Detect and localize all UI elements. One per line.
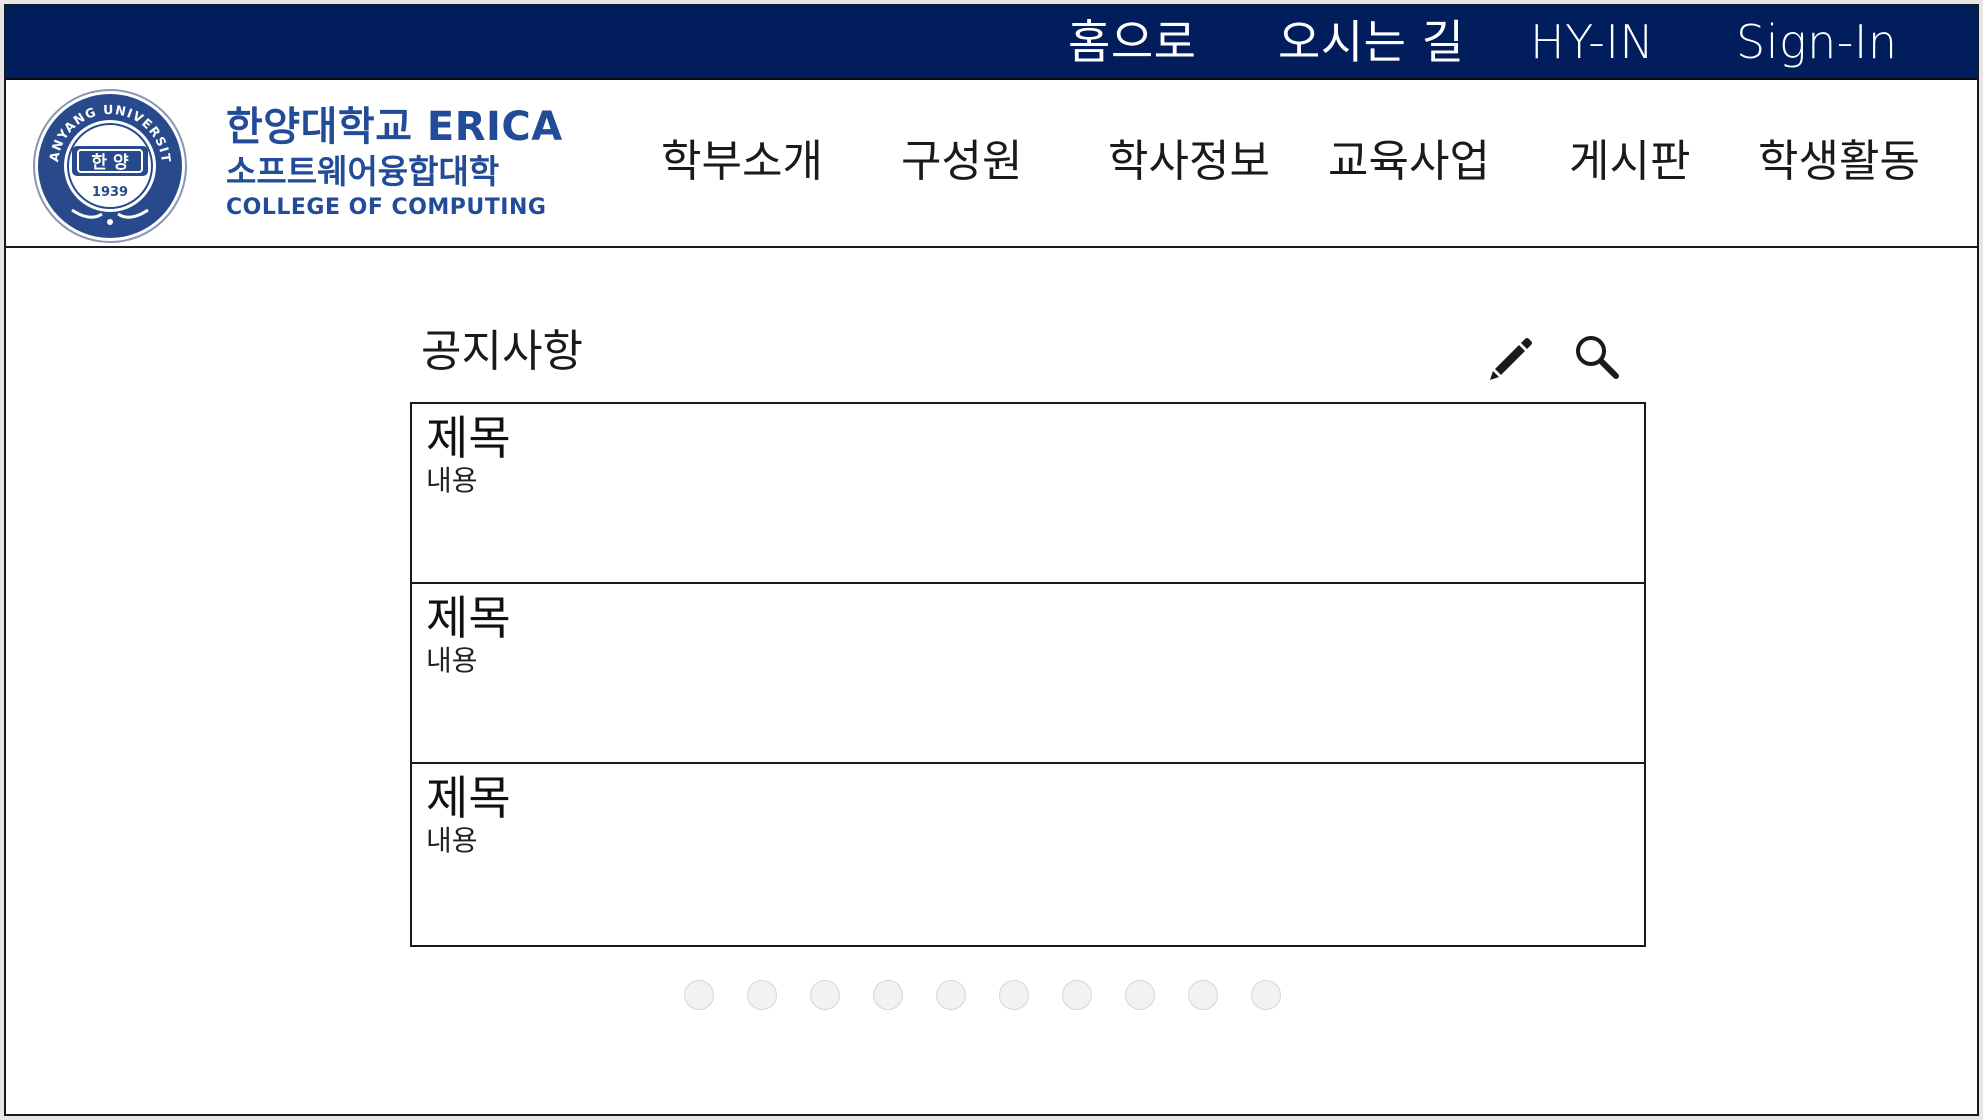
notice-item-title: 제목 [426, 411, 511, 465]
nav-item-academic-info[interactable]: 학사정보 [1108, 134, 1270, 190]
svg-text:한 양: 한 양 [91, 153, 129, 173]
utility-bar: 홈으로 오시는 길 HY-IN Sign-In [6, 6, 1977, 80]
page-dot-9[interactable] [1188, 980, 1218, 1010]
page-dot-2[interactable] [747, 980, 777, 1010]
college-brand[interactable]: 한양대학교 ERICA 소프트웨어융합대학 COLLEGE OF COMPUTI… [226, 104, 563, 222]
page-dot-6[interactable] [999, 980, 1029, 1010]
nav-item-department-intro[interactable]: 학부소개 [661, 134, 823, 190]
page-dot-8[interactable] [1125, 980, 1155, 1010]
nav-item-education-projects[interactable]: 교육사업 [1328, 134, 1490, 190]
notice-board-title: 공지사항 [421, 326, 583, 377]
app-window: 홈으로 오시는 길 HY-IN Sign-In HANYANG UNIVERSI… [4, 4, 1979, 1116]
notice-item-body: 내용 [426, 644, 478, 677]
notice-item-title: 제목 [426, 591, 511, 645]
nav-item-bulletin-board[interactable]: 게시판 [1569, 134, 1690, 190]
site-header: HANYANG UNIVERSITY 한 양 1939 한양대학교 ERICA … [6, 80, 1977, 248]
notice-item-body: 내용 [426, 824, 478, 857]
notice-list: 제목 내용 제목 내용 제목 내용 [410, 402, 1646, 947]
notice-item-title: 제목 [426, 771, 511, 825]
nav-item-members[interactable]: 구성원 [901, 134, 1022, 190]
pencil-icon[interactable] [1486, 332, 1536, 382]
search-icon[interactable] [1572, 332, 1622, 382]
page-dot-5[interactable] [936, 980, 966, 1010]
notice-item[interactable]: 제목 내용 [412, 584, 1644, 764]
nav-item-student-activities[interactable]: 학생활동 [1758, 134, 1920, 190]
page-dot-3[interactable] [810, 980, 840, 1010]
sign-in-link[interactable]: Sign-In [1736, 14, 1898, 70]
home-link[interactable]: 홈으로 [1068, 14, 1196, 70]
svg-text:1939: 1939 [92, 185, 128, 200]
university-emblem-logo[interactable]: HANYANG UNIVERSITY 한 양 1939 [32, 88, 188, 244]
hy-in-link[interactable]: HY-IN [1530, 14, 1654, 70]
brand-university-name: 한양대학교 ERICA [226, 104, 563, 150]
notice-item[interactable]: 제목 내용 [412, 404, 1644, 584]
page-dot-7[interactable] [1062, 980, 1092, 1010]
directions-link[interactable]: 오시는 길 [1278, 14, 1464, 70]
brand-college-name-en: COLLEGE OF COMPUTING [226, 195, 547, 220]
page-dot-1[interactable] [684, 980, 714, 1010]
page-dot-4[interactable] [873, 980, 903, 1010]
page-dot-10[interactable] [1251, 980, 1281, 1010]
brand-college-name-ko: 소프트웨어융합대학 [226, 152, 500, 191]
notice-item[interactable]: 제목 내용 [412, 764, 1644, 945]
notice-item-body: 내용 [426, 464, 478, 497]
